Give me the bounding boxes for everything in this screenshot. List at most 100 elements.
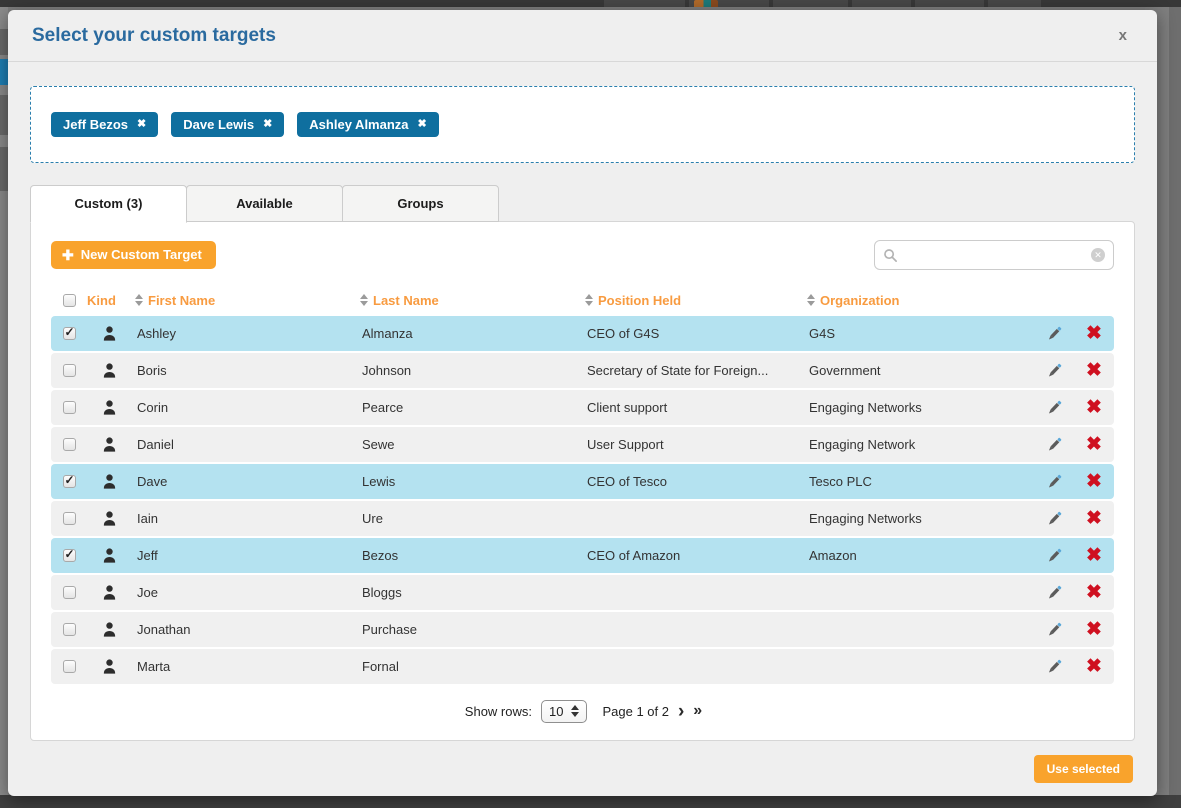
column-header-position-held[interactable]: Position Held xyxy=(585,293,807,308)
tab-groups[interactable]: Groups xyxy=(342,185,499,222)
search-input[interactable] xyxy=(898,248,1091,263)
column-header-last-name[interactable]: Last Name xyxy=(360,293,585,308)
position-cell: CEO of G4S xyxy=(585,326,807,341)
person-icon xyxy=(87,325,135,342)
row-checkbox[interactable] xyxy=(63,512,76,525)
tab-available[interactable]: Available xyxy=(186,185,343,222)
last-name-cell: Ure xyxy=(360,511,585,526)
row-checkbox[interactable] xyxy=(63,438,76,451)
background-logo-fragment xyxy=(694,0,718,7)
position-cell: CEO of Tesco xyxy=(585,474,807,489)
delete-x-icon[interactable]: ✖ xyxy=(1086,435,1102,454)
table-row[interactable]: Marta Fornal ✖ xyxy=(51,649,1114,684)
delete-x-icon[interactable]: ✖ xyxy=(1086,472,1102,491)
edit-pencil-icon[interactable] xyxy=(1034,546,1074,565)
chip-label: Dave Lewis xyxy=(183,117,254,132)
first-name-cell: Dave xyxy=(135,474,360,489)
table-row[interactable]: Joe Bloggs ✖ xyxy=(51,575,1114,610)
target-table-body: Ashley Almanza CEO of G4S G4S ✖ xyxy=(51,316,1114,684)
first-name-cell: Ashley xyxy=(135,326,360,341)
person-icon xyxy=(87,399,135,416)
show-rows-select[interactable]: 10 xyxy=(541,700,587,723)
person-icon xyxy=(87,510,135,527)
chip-remove-icon[interactable]: ✖ xyxy=(418,119,427,130)
sort-arrows-icon xyxy=(807,294,815,306)
delete-x-icon[interactable]: ✖ xyxy=(1086,583,1102,602)
selected-targets-container: Jeff Bezos ✖ Dave Lewis ✖ Ashley Almanza… xyxy=(30,86,1135,163)
search-box: ✕ xyxy=(874,240,1114,270)
last-page-icon[interactable]: » xyxy=(693,703,700,719)
select-all-checkbox[interactable] xyxy=(63,294,76,307)
rows-per-page-value: 10 xyxy=(549,704,563,719)
table-row[interactable]: Corin Pearce Client support Engaging Net… xyxy=(51,390,1114,425)
edit-pencil-icon[interactable] xyxy=(1034,361,1074,380)
row-checkbox[interactable] xyxy=(63,660,76,673)
delete-x-icon[interactable]: ✖ xyxy=(1086,398,1102,417)
delete-x-icon[interactable]: ✖ xyxy=(1086,324,1102,343)
background-nav-items: page builder peer to peer fundraising po… xyxy=(604,0,1181,7)
delete-x-icon[interactable]: ✖ xyxy=(1086,657,1102,676)
edit-pencil-icon[interactable] xyxy=(1034,324,1074,343)
organization-cell: Engaging Networks xyxy=(807,511,1034,526)
edit-pencil-icon[interactable] xyxy=(1034,583,1074,602)
column-header-first-name[interactable]: First Name xyxy=(135,293,360,308)
use-selected-button[interactable]: Use selected xyxy=(1034,755,1133,783)
tab-custom-3[interactable]: Custom (3) xyxy=(30,185,187,223)
edit-pencil-icon[interactable] xyxy=(1034,509,1074,528)
new-custom-target-label: New Custom Target xyxy=(81,247,202,262)
column-header-kind: Kind xyxy=(87,293,135,308)
edit-pencil-icon[interactable] xyxy=(1034,435,1074,454)
edit-pencil-icon[interactable] xyxy=(1034,398,1074,417)
selected-target-chip-dave-lewis[interactable]: Dave Lewis ✖ xyxy=(171,112,284,137)
organization-cell: Engaging Networks xyxy=(807,400,1034,415)
person-icon xyxy=(87,658,135,675)
close-icon[interactable]: x xyxy=(1113,25,1133,46)
stepper-icon xyxy=(571,705,579,717)
table-row[interactable]: Ashley Almanza CEO of G4S G4S ✖ xyxy=(51,316,1114,351)
new-custom-target-button[interactable]: ✚ New Custom Target xyxy=(51,241,216,269)
table-row[interactable]: Jonathan Purchase ✖ xyxy=(51,612,1114,647)
row-checkbox[interactable] xyxy=(63,586,76,599)
column-header-organization[interactable]: Organization xyxy=(807,293,1034,308)
delete-x-icon[interactable]: ✖ xyxy=(1086,546,1102,565)
chip-remove-icon[interactable]: ✖ xyxy=(137,119,146,130)
organization-cell: Engaging Network xyxy=(807,437,1034,452)
row-checkbox[interactable] xyxy=(63,549,76,562)
clear-search-icon[interactable]: ✕ xyxy=(1091,248,1105,262)
selected-target-chip-jeff-bezos[interactable]: Jeff Bezos ✖ xyxy=(51,112,158,137)
chip-label: Ashley Almanza xyxy=(309,117,408,132)
next-page-icon[interactable]: › xyxy=(678,702,684,721)
delete-x-icon[interactable]: ✖ xyxy=(1086,509,1102,528)
table-row[interactable]: Jeff Bezos CEO of Amazon Amazon ✖ xyxy=(51,538,1114,573)
background-left-strip xyxy=(0,7,8,795)
row-checkbox[interactable] xyxy=(63,475,76,488)
selected-target-chip-ashley-almanza[interactable]: Ashley Almanza ✖ xyxy=(297,112,438,137)
modal-title: Select your custom targets xyxy=(32,25,1113,47)
organization-cell: Government xyxy=(807,363,1034,378)
last-name-cell: Lewis xyxy=(360,474,585,489)
bg-nav-item-political: political xyxy=(852,0,911,7)
background-top-nav: page builder peer to peer fundraising po… xyxy=(0,0,1181,7)
row-checkbox[interactable] xyxy=(63,364,76,377)
edit-pencil-icon[interactable] xyxy=(1034,472,1074,491)
sort-arrows-icon xyxy=(360,294,368,306)
first-name-cell: Jonathan xyxy=(135,622,360,637)
row-checkbox[interactable] xyxy=(63,623,76,636)
first-name-cell: Joe xyxy=(135,585,360,600)
sort-arrows-icon xyxy=(585,294,593,306)
first-name-cell: Iain xyxy=(135,511,360,526)
edit-pencil-icon[interactable] xyxy=(1034,620,1074,639)
table-row[interactable]: Daniel Sewe User Support Engaging Networ… xyxy=(51,427,1114,462)
row-checkbox[interactable] xyxy=(63,327,76,340)
person-icon xyxy=(87,473,135,490)
table-row[interactable]: Iain Ure Engaging Networks ✖ xyxy=(51,501,1114,536)
table-row[interactable]: Dave Lewis CEO of Tesco Tesco PLC ✖ xyxy=(51,464,1114,499)
delete-x-icon[interactable]: ✖ xyxy=(1086,361,1102,380)
chip-remove-icon[interactable]: ✖ xyxy=(263,119,272,130)
row-checkbox[interactable] xyxy=(63,401,76,414)
delete-x-icon[interactable]: ✖ xyxy=(1086,620,1102,639)
edit-pencil-icon[interactable] xyxy=(1034,657,1074,676)
tabs: Custom (3) Available Groups xyxy=(30,185,1135,222)
plus-icon: ✚ xyxy=(62,248,74,262)
table-row[interactable]: Boris Johnson Secretary of State for For… xyxy=(51,353,1114,388)
